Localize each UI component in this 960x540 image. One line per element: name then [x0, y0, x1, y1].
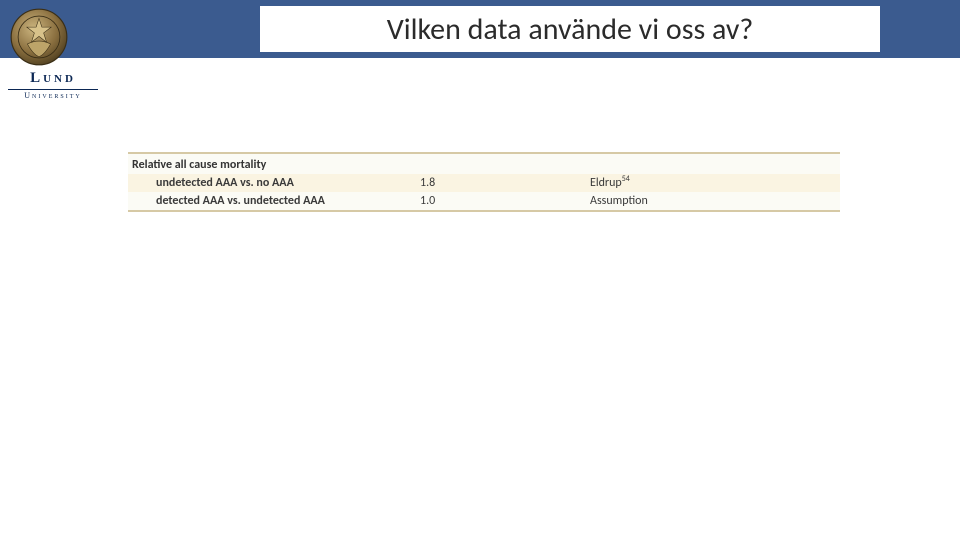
slide: Vilken data använde vi oss av? Lund Univ… — [0, 0, 960, 540]
logo-subline: University — [8, 89, 98, 100]
row-source: Eldrup54 — [588, 176, 840, 190]
mortality-table: Relative all cause mortality undetected … — [128, 152, 840, 212]
lund-university-seal-icon — [10, 8, 68, 66]
lund-university-wordmark: Lund University — [8, 70, 98, 100]
row-label: detected AAA vs. undetected AAA — [128, 194, 418, 208]
table-heading: Relative all cause mortality — [128, 154, 840, 174]
table-row: undetected AAA vs. no AAA 1.8 Eldrup54 — [128, 174, 840, 192]
table-row: detected AAA vs. undetected AAA 1.0 Assu… — [128, 192, 840, 210]
row-source: Assumption — [588, 194, 840, 208]
row-value: 1.0 — [418, 194, 588, 208]
logo-name: Lund — [8, 70, 98, 87]
row-label: undetected AAA vs. no AAA — [128, 176, 418, 190]
row-value: 1.8 — [418, 176, 588, 190]
page-title: Vilken data använde vi oss av? — [260, 6, 880, 52]
